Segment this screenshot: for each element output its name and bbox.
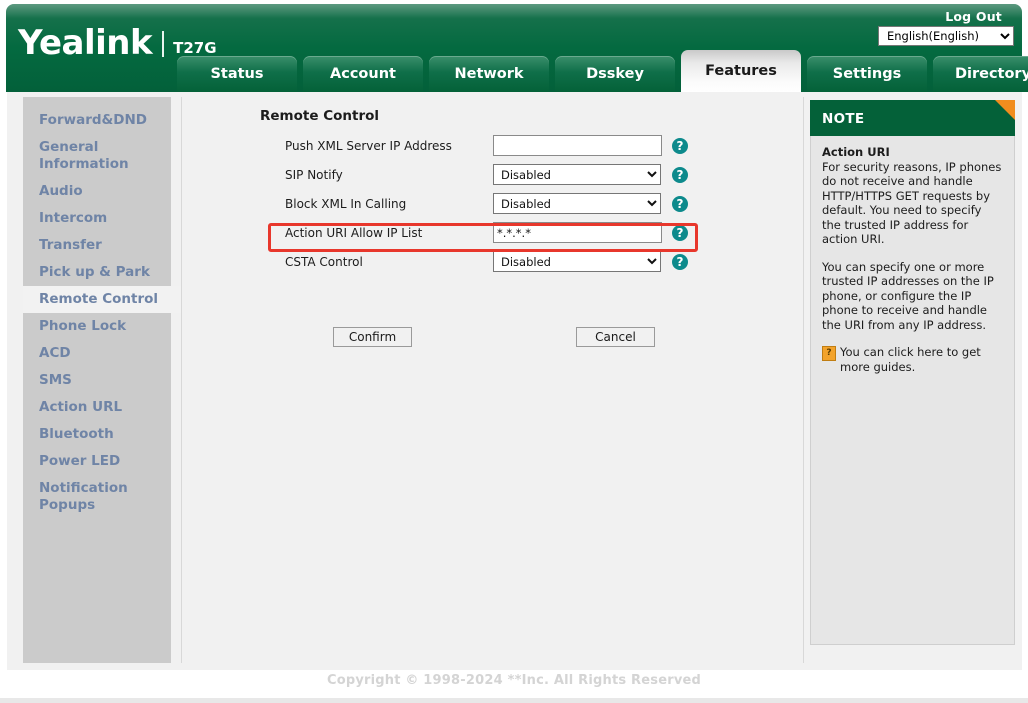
- tab-settings[interactable]: Settings: [807, 56, 927, 92]
- sidebar-item-forward-dnd[interactable]: Forward&DND: [23, 107, 171, 134]
- tab-directory[interactable]: Directory: [933, 56, 1028, 92]
- tab-dsskey[interactable]: Dsskey: [555, 56, 675, 92]
- push-xml-server-ip-input[interactable]: [493, 135, 662, 157]
- help-icon-block-xml-in-calling[interactable]: ?: [672, 195, 688, 212]
- tab-account[interactable]: Account: [303, 56, 423, 92]
- sidebar-item-action-url[interactable]: Action URL: [23, 394, 171, 421]
- sidebar-item-bluetooth[interactable]: Bluetooth: [23, 421, 171, 448]
- sidebar-item-phone-lock[interactable]: Phone Lock: [23, 313, 171, 340]
- note-text-1: For security reasons, IP phones do not r…: [822, 159, 1002, 247]
- main-nav-tabs: Status Account Network Dsskey Features S…: [177, 50, 1028, 92]
- page-root: Yealink T27G Log Out English(English) St…: [0, 0, 1028, 703]
- note-body: Action URI For security reasons, IP phon…: [810, 136, 1015, 645]
- logout-link[interactable]: Log Out: [945, 9, 1002, 24]
- sidebar-item-audio[interactable]: Audio: [23, 178, 171, 205]
- form-row-action-uri-allow-ip-list: Action URI Allow IP List ?: [182, 218, 803, 247]
- note-header: NOTE: [810, 100, 1015, 136]
- note-guide-link-text[interactable]: You can click here to get more guides.: [840, 345, 1003, 374]
- help-icon-action-uri-allow-ip-list[interactable]: ?: [672, 224, 688, 241]
- field-push-xml-server-ip: [493, 135, 662, 157]
- block-xml-in-calling-select[interactable]: Disabled: [493, 193, 661, 215]
- form-row-sip-notify: SIP Notify Disabled ?: [182, 160, 803, 189]
- form-actions: Confirm Cancel: [182, 327, 803, 349]
- tab-status[interactable]: Status: [177, 56, 297, 92]
- field-csta-control: Disabled: [493, 251, 661, 273]
- note-heading: Action URI: [822, 145, 890, 159]
- form-row-push-xml-server-ip: Push XML Server IP Address ?: [182, 131, 803, 160]
- tab-features[interactable]: Features: [681, 50, 801, 92]
- sidebar-item-transfer[interactable]: Transfer: [23, 232, 171, 259]
- sidebar-item-sms[interactable]: SMS: [23, 367, 171, 394]
- note-panel: NOTE Action URI For security reasons, IP…: [810, 100, 1015, 645]
- help-icon-sip-notify[interactable]: ?: [672, 166, 688, 183]
- sidebar-item-intercom[interactable]: Intercom: [23, 205, 171, 232]
- brand-name: Yealink: [18, 23, 153, 63]
- field-action-uri-allow-ip-list: [493, 222, 662, 244]
- label-push-xml-server-ip: Push XML Server IP Address: [285, 138, 452, 153]
- logo-divider: [162, 31, 165, 57]
- sidebar-item-power-led[interactable]: Power LED: [23, 448, 171, 475]
- left-margin: [0, 92, 7, 670]
- sidebar-item-pick-up-park[interactable]: Pick up & Park: [23, 259, 171, 286]
- field-block-xml-in-calling: Disabled: [493, 193, 661, 215]
- sidebar: Forward&DND General Information Audio In…: [23, 97, 182, 663]
- cancel-button[interactable]: Cancel: [576, 327, 655, 347]
- form-row-block-xml-in-calling: Block XML In Calling Disabled ?: [182, 189, 803, 218]
- note-paragraph-1: Action URI For security reasons, IP phon…: [822, 145, 1003, 247]
- help-icon-push-xml-server-ip[interactable]: ?: [672, 137, 688, 154]
- tab-network[interactable]: Network: [429, 56, 549, 92]
- form-row-csta-control: CSTA Control Disabled ?: [182, 247, 803, 276]
- sidebar-item-remote-control[interactable]: Remote Control: [23, 286, 182, 313]
- note-paragraph-2: You can specify one or more trusted IP a…: [822, 260, 1003, 333]
- help-question-icon[interactable]: ?: [822, 346, 836, 361]
- page-title: Remote Control: [260, 108, 380, 124]
- copyright-text: Copyright © 1998-2024 **Inc. All Rights …: [326, 673, 702, 688]
- content-panel: Remote Control Push XML Server IP Addres…: [181, 97, 804, 663]
- bottom-strip: [0, 698, 1028, 703]
- note-title: NOTE: [822, 111, 865, 127]
- label-block-xml-in-calling: Block XML In Calling: [285, 196, 407, 211]
- sip-notify-select[interactable]: Disabled: [493, 164, 661, 186]
- sidebar-item-notification-popups[interactable]: Notification Popups: [23, 475, 171, 519]
- note-guide-link-row[interactable]: ? You can click here to get more guides.: [822, 345, 1003, 374]
- csta-control-select[interactable]: Disabled: [493, 251, 661, 273]
- note-corner-icon: [995, 100, 1015, 120]
- note-text-2: You can specify one or more trusted IP a…: [822, 259, 994, 332]
- help-icon-csta-control[interactable]: ?: [672, 253, 688, 270]
- label-action-uri-allow-ip-list: Action URI Allow IP List: [285, 225, 423, 240]
- action-uri-allow-ip-list-input[interactable]: [493, 222, 662, 244]
- language-select[interactable]: English(English): [878, 26, 1014, 46]
- label-sip-notify: SIP Notify: [285, 167, 343, 182]
- field-sip-notify: Disabled: [493, 164, 661, 186]
- remote-control-form: Push XML Server IP Address ? SIP Notify …: [182, 131, 803, 347]
- label-csta-control: CSTA Control: [285, 254, 363, 269]
- sidebar-item-general-information[interactable]: General Information: [23, 134, 171, 178]
- confirm-button[interactable]: Confirm: [333, 327, 412, 347]
- sidebar-item-acd[interactable]: ACD: [23, 340, 171, 367]
